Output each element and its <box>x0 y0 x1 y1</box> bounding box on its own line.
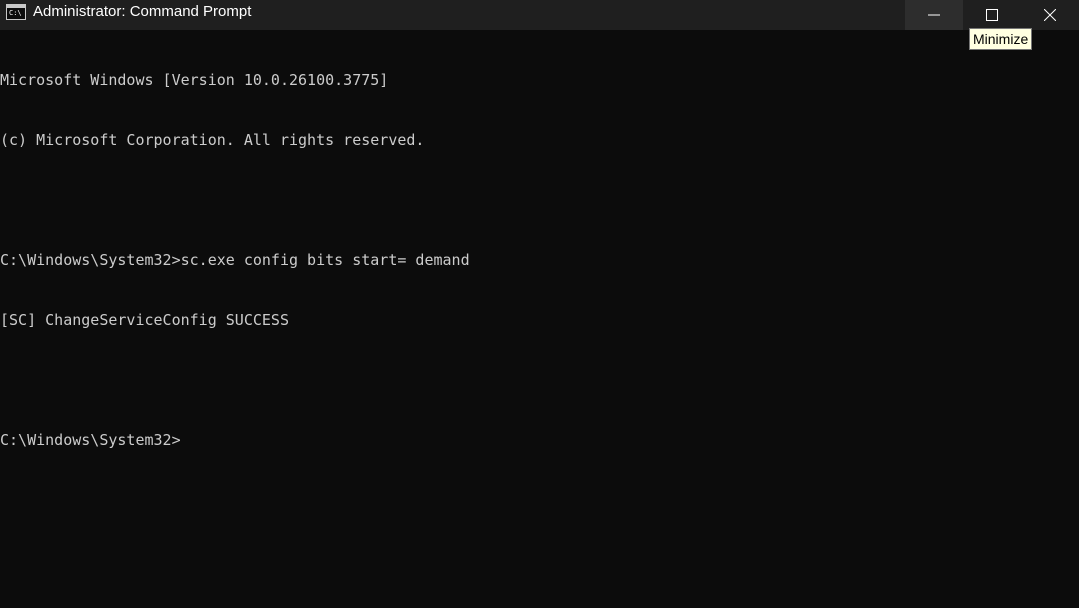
close-icon <box>1044 9 1056 21</box>
minimize-button[interactable] <box>905 0 963 30</box>
console-line: [SC] ChangeServiceConfig SUCCESS <box>0 311 289 329</box>
minimize-tooltip: Minimize <box>969 28 1033 50</box>
close-button[interactable] <box>1021 0 1079 30</box>
cmd-icon-glyph: C:\ <box>9 9 22 17</box>
maximize-icon <box>986 9 998 21</box>
console-output[interactable]: Microsoft Windows [Version 10.0.26100.37… <box>0 30 1079 608</box>
console-line: (c) Microsoft Corporation. All rights re… <box>0 131 425 149</box>
window-title: Administrator: Command Prompt <box>33 3 252 20</box>
console-line: Microsoft Windows [Version 10.0.26100.37… <box>0 71 389 89</box>
maximize-button[interactable] <box>963 0 1021 30</box>
title-bar[interactable]: C:\ Administrator: Command Prompt <box>0 0 1079 30</box>
cmd-icon[interactable]: C:\ <box>6 4 26 20</box>
minimize-icon <box>928 14 940 16</box>
caption-buttons <box>905 0 1079 30</box>
console-line: C:\Windows\System32>sc.exe config bits s… <box>0 251 470 269</box>
console-prompt-line[interactable]: C:\Windows\System32> <box>0 430 1079 450</box>
command-prompt-window: C:\ Administrator: Command Prompt Micros… <box>0 0 1079 608</box>
